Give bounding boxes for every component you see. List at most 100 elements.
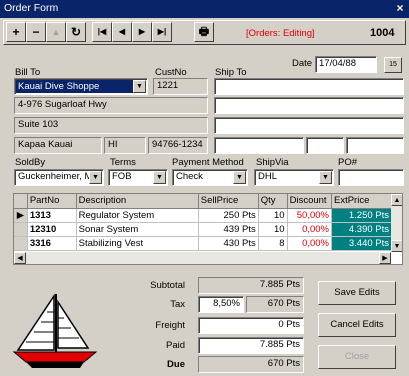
customer-combo[interactable]: Kauai Dive Shoppe ▼: [14, 78, 148, 95]
table-row[interactable]: 3316 Stabilizing Vest 430 Pts 8 0,00% 3.…: [14, 236, 392, 251]
cell-extprice: 3.440 Pts: [331, 236, 392, 251]
paid-label: Paid: [165, 340, 185, 351]
col-header-sellprice[interactable]: SellPrice: [198, 194, 259, 209]
cell-qty[interactable]: 8: [258, 236, 288, 251]
refresh-button[interactable]: ↻: [66, 22, 86, 42]
cell-extprice: 4.390 Pts: [331, 222, 392, 237]
close-window-icon[interactable]: ×: [394, 1, 406, 15]
status-text: [Orders: Editing]: [246, 28, 315, 39]
ship-to-state-field[interactable]: [306, 137, 344, 154]
cell-partno[interactable]: 3316: [27, 236, 77, 251]
scroll-down-icon[interactable]: ▼: [391, 240, 402, 252]
scroll-up-icon[interactable]: ▲: [391, 194, 402, 206]
save-edits-button[interactable]: Save Edits: [318, 281, 396, 305]
cell-description[interactable]: Sonar System: [76, 222, 199, 237]
chevron-down-icon[interactable]: ▼: [319, 171, 332, 184]
due-label: Due: [167, 359, 185, 370]
col-header-qty[interactable]: Qty: [258, 194, 288, 209]
calendar-button[interactable]: 15: [384, 57, 402, 73]
payment-method-combo[interactable]: Check ▼: [172, 169, 248, 186]
delete-record-button[interactable]: −: [26, 22, 46, 42]
prior-record-button[interactable]: ◀: [112, 22, 132, 42]
prior-record-icon: ◀: [118, 27, 126, 36]
table-row[interactable]: ▶ 1313 Regulator System 250 Pts 10 50,00…: [14, 208, 392, 223]
chevron-down-icon[interactable]: ▼: [89, 171, 102, 184]
ship-to-zip-field[interactable]: [346, 137, 404, 154]
close-button[interactable]: Close: [318, 345, 396, 369]
cell-sellprice[interactable]: 250 Pts: [198, 208, 259, 223]
add-record-button[interactable]: +: [6, 22, 26, 42]
row-indicator: [14, 236, 28, 251]
cell-discount[interactable]: 0,00%: [287, 222, 333, 237]
po-field[interactable]: [338, 169, 404, 186]
order-number: 1004: [370, 27, 395, 39]
window-title: Order Form: [4, 2, 59, 14]
paid-field[interactable]: 7.885 Pts: [198, 337, 304, 354]
freight-label: Freight: [155, 320, 185, 331]
col-header-extprice[interactable]: ExtPrice: [331, 194, 392, 209]
last-record-button[interactable]: ▶|: [152, 22, 172, 42]
horizontal-scrollbar[interactable]: [14, 252, 391, 264]
city-field: Kapaa Kauai: [14, 137, 102, 154]
post-icon: ▲: [51, 27, 61, 37]
add-icon: +: [12, 25, 20, 39]
save-edits-label: Save Edits: [334, 287, 380, 298]
print-button[interactable]: 🖶: [194, 22, 214, 42]
cell-qty[interactable]: 10: [258, 222, 288, 237]
ship-to-address1-field[interactable]: [214, 97, 404, 114]
cell-discount[interactable]: 0,00%: [287, 236, 333, 251]
payment-method-label: Payment Method: [172, 157, 244, 168]
address1-field: 4-976 Sugarloaf Hwy: [14, 97, 208, 114]
delete-icon: −: [32, 25, 40, 39]
scroll-left-icon[interactable]: ◀: [14, 252, 26, 264]
next-record-button[interactable]: ▶: [132, 22, 152, 42]
calendar-icon: 15: [389, 61, 397, 68]
shipvia-combo[interactable]: DHL ▼: [254, 169, 334, 186]
subtotal-value: 7.885 Pts: [198, 277, 304, 294]
cancel-edits-label: Cancel Edits: [330, 319, 384, 330]
soldby-combo[interactable]: Guckenheimer, M ▼: [14, 169, 104, 186]
cell-partno[interactable]: 12310: [27, 222, 77, 237]
cancel-edits-button[interactable]: Cancel Edits: [318, 313, 396, 337]
custno-field: 1221: [153, 78, 208, 95]
col-header-partno[interactable]: PartNo: [27, 194, 77, 209]
cell-partno[interactable]: 1313: [27, 208, 77, 223]
cell-sellprice[interactable]: 430 Pts: [198, 236, 259, 251]
bill-to-label: Bill To: [15, 67, 41, 78]
items-grid[interactable]: PartNo Description SellPrice Qty Discoun…: [13, 193, 403, 265]
cell-description[interactable]: Regulator System: [76, 208, 199, 223]
scroll-right-icon[interactable]: ▶: [379, 252, 391, 264]
chevron-down-icon[interactable]: ▼: [133, 80, 146, 93]
ship-to-name-field[interactable]: [214, 78, 404, 95]
tax-label: Tax: [170, 299, 185, 310]
cell-description[interactable]: Stabilizing Vest: [76, 236, 199, 251]
cell-discount[interactable]: 50,00%: [287, 208, 333, 223]
custno-label: CustNo: [155, 67, 187, 78]
chevron-down-icon[interactable]: ▼: [153, 171, 166, 184]
ship-to-address2-field[interactable]: [214, 117, 404, 134]
shipvia-label: ShipVia: [256, 157, 289, 168]
chevron-down-icon[interactable]: ▼: [233, 171, 246, 184]
terms-combo[interactable]: FOB ▼: [108, 169, 168, 186]
print-icon: 🖶: [198, 26, 210, 38]
date-field[interactable]: 17/04/88: [315, 56, 377, 73]
subtotal-label: Subtotal: [150, 280, 185, 291]
table-row[interactable]: 12310 Sonar System 439 Pts 10 0,00% 4.39…: [14, 222, 392, 237]
cell-sellprice[interactable]: 439 Pts: [198, 222, 259, 237]
close-label: Close: [344, 351, 370, 362]
post-record-button[interactable]: ▲: [46, 22, 66, 42]
payment-method-value: Check: [176, 171, 203, 182]
due-value: 670 Pts: [198, 356, 304, 373]
address2-field: Suite 103: [14, 117, 208, 134]
zip-field: 94766-1234: [148, 137, 208, 154]
col-header-description[interactable]: Description: [76, 194, 199, 209]
ship-to-city-field[interactable]: [214, 137, 304, 154]
refresh-icon: ↻: [70, 25, 82, 39]
col-header-discount[interactable]: Discount: [287, 194, 333, 209]
terms-label: Terms: [110, 157, 136, 168]
first-record-button[interactable]: |◀: [92, 22, 112, 42]
title-bar: Order Form ×: [0, 0, 409, 18]
tax-rate-field[interactable]: 8,50%: [198, 296, 244, 313]
cell-qty[interactable]: 10: [258, 208, 288, 223]
freight-field[interactable]: 0 Pts: [198, 317, 304, 334]
